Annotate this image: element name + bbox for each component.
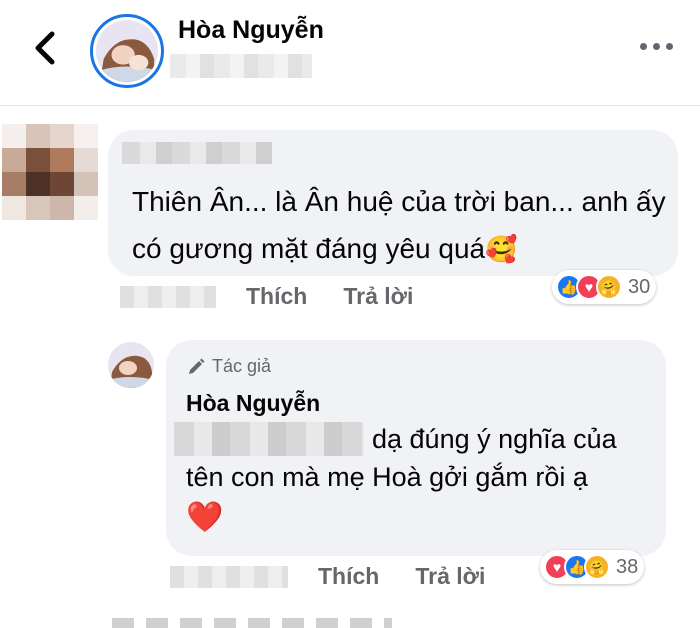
- avatar-photo: [108, 342, 154, 388]
- dot-icon: [639, 42, 647, 50]
- profile-avatar[interactable]: [90, 14, 164, 88]
- care-reaction-icon: 🤗: [584, 554, 610, 580]
- comment-bubble: Thiên Ân... là Ân huệ của trời ban... an…: [108, 130, 678, 276]
- commenter-avatar-pixelated[interactable]: [2, 124, 98, 220]
- reaction-summary[interactable]: ♥ 👍 🤗 38: [540, 550, 645, 584]
- heart-emoji: ❤️: [186, 501, 224, 534]
- pencil-icon: [189, 358, 205, 374]
- back-button[interactable]: [28, 28, 62, 68]
- comment-body: Thiên Ân... là Ân huệ của trời ban... an…: [132, 186, 666, 264]
- profile-name[interactable]: Hòa Nguyễn: [178, 16, 324, 45]
- smiling-hearts-emoji: 🥰: [485, 234, 518, 264]
- reaction-summary[interactable]: 👍 ♥ 🤗 30: [552, 270, 657, 304]
- timestamp-redacted: [170, 565, 288, 588]
- commenter-name-redacted[interactable]: [122, 142, 272, 164]
- timestamp-redacted: [120, 285, 216, 308]
- author-avatar[interactable]: [108, 342, 154, 388]
- dot-icon: [665, 42, 673, 50]
- reaction-count: 30: [628, 275, 651, 298]
- reply-button[interactable]: Trả lời: [415, 563, 485, 590]
- like-button[interactable]: Thích: [246, 283, 307, 310]
- chevron-left-icon: [35, 31, 55, 65]
- care-reaction-icon: 🤗: [596, 274, 622, 300]
- reply-bubble: Tác giả Hòa Nguyễn dạ đúng ý nghĩa của t…: [166, 340, 666, 556]
- more-options-button[interactable]: [638, 38, 674, 54]
- like-button[interactable]: Thích: [318, 563, 379, 590]
- dot-icon: [652, 42, 660, 50]
- next-comment-redacted: [112, 618, 392, 628]
- conversation-header: Hòa Nguyễn: [0, 0, 700, 106]
- reply-button[interactable]: Trả lời: [343, 283, 413, 310]
- comment-actions: Thích Trả lời: [120, 283, 449, 310]
- reply-author-name[interactable]: Hòa Nguyễn: [186, 390, 320, 417]
- profile-status-redacted: [170, 54, 312, 78]
- author-badge-label: Tác giả: [212, 356, 272, 376]
- reply-actions: Thích Trả lời: [170, 563, 521, 590]
- reaction-count: 38: [616, 555, 639, 578]
- avatar-photo: [96, 20, 158, 82]
- comment-text: Thiên Ân... là Ân huệ của trời ban... an…: [132, 178, 672, 273]
- reply-text: dạ đúng ý nghĩa của tên con mà mẹ Hoà gở…: [186, 424, 617, 492]
- author-badge: Tác giả: [186, 356, 271, 377]
